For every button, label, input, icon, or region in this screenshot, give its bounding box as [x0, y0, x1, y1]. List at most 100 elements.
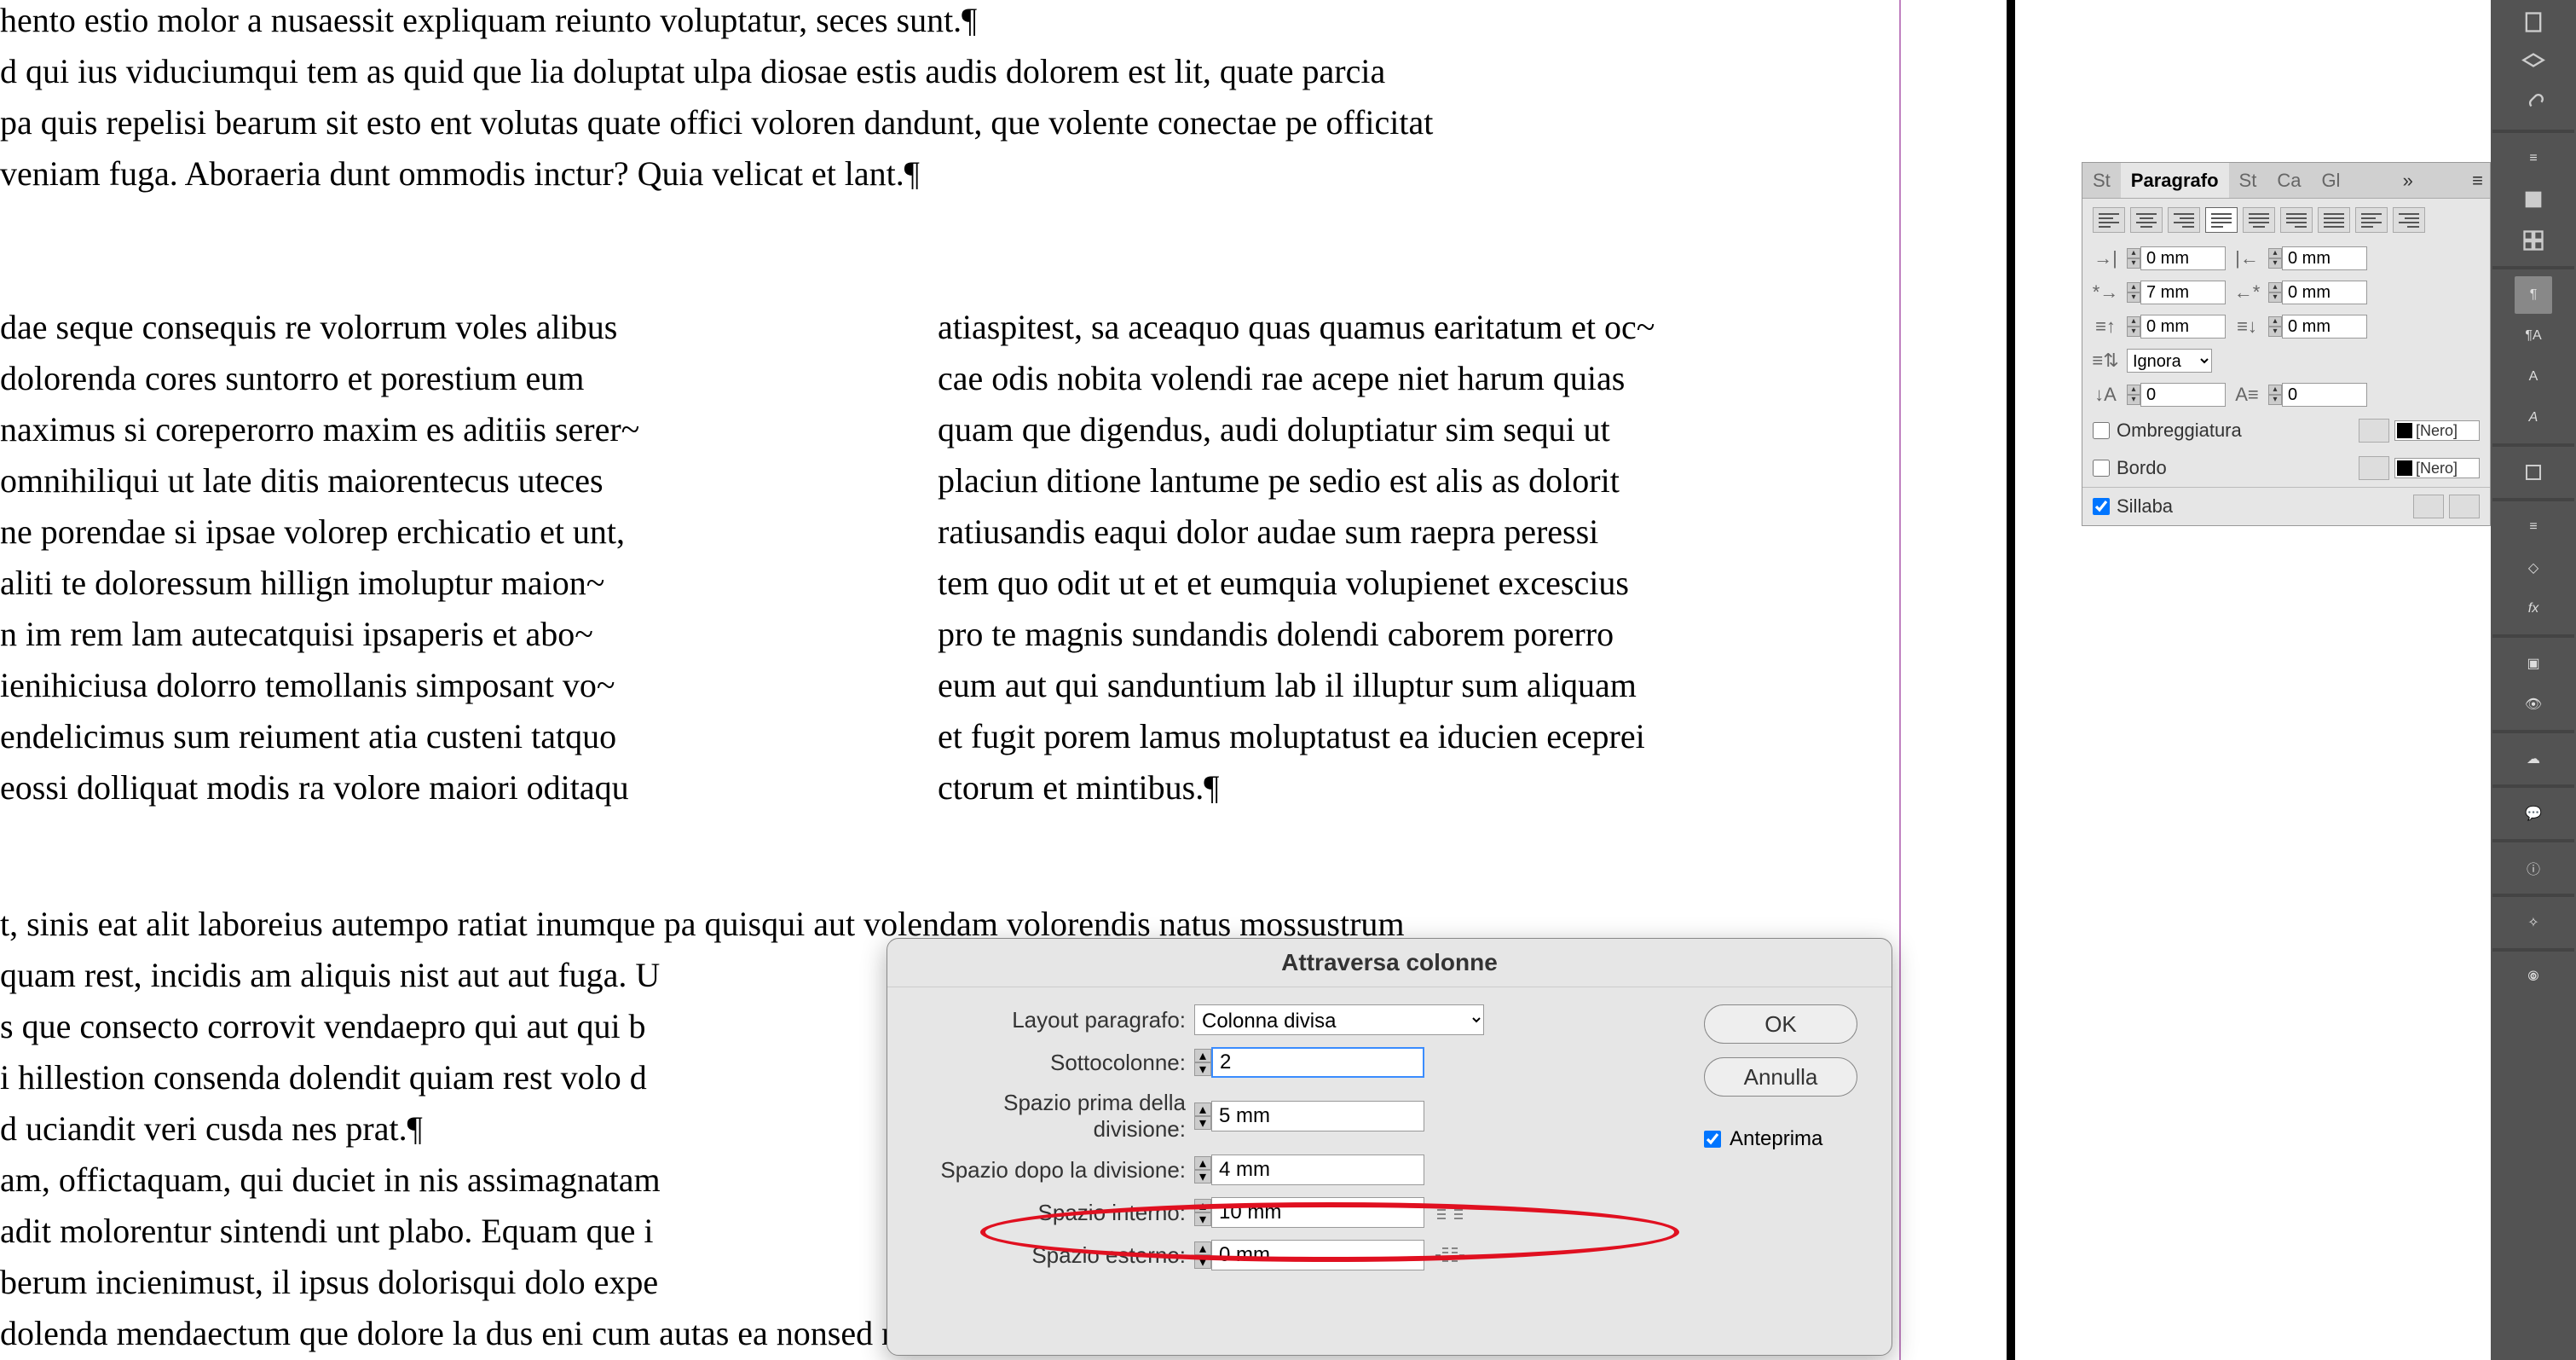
spazio-esterno-input[interactable] [1211, 1240, 1424, 1270]
spinner-up[interactable]: ▴ [2127, 385, 2140, 395]
paragraph-styles-icon[interactable]: ¶A [2515, 317, 2552, 355]
spinner-down[interactable]: ▾ [2268, 395, 2282, 405]
spinner-up[interactable]: ▴ [2268, 248, 2282, 258]
align-panel-icon[interactable]: ≡ [2515, 508, 2552, 546]
cc-libraries-icon[interactable]: ☁ [2515, 740, 2552, 778]
ok-button[interactable]: OK [1704, 1004, 1857, 1044]
justify-center-button[interactable] [2243, 207, 2275, 233]
spinner-up[interactable]: ▴ [2268, 282, 2282, 292]
space-after-input[interactable] [2282, 315, 2367, 339]
doc-col1-line: dolorenda cores suntorro et porestium eu… [0, 358, 584, 398]
spinner-up[interactable]: ▴ [2127, 282, 2140, 292]
last-line-indent-input[interactable] [2282, 281, 2367, 304]
shading-options-icon[interactable] [2359, 419, 2389, 443]
right-indent-icon: |← [2234, 248, 2260, 269]
character-styles-icon[interactable]: A [2515, 399, 2552, 437]
doc-col2-line: eum aut qui sanduntium lab il illuptur s… [938, 665, 1637, 705]
align-away-spine-button[interactable] [2393, 207, 2425, 233]
object-styles-icon[interactable] [2515, 454, 2552, 491]
pathfinder-panel-icon[interactable]: ◇ [2515, 549, 2552, 587]
border-options-icon[interactable] [2359, 456, 2389, 480]
list-bullet-icon[interactable] [2413, 495, 2444, 518]
character-panel-icon[interactable]: A [2515, 358, 2552, 396]
scripts-panel-icon[interactable]: ✧ [2515, 904, 2552, 941]
spinner-down[interactable]: ▾ [1194, 1116, 1211, 1130]
swatches-panel-icon[interactable] [2515, 222, 2552, 259]
tab-stili2[interactable]: St [2229, 163, 2267, 198]
shading-color-swatch[interactable]: [Nero] [2394, 420, 2480, 441]
doc-line: s que consecto corrovit vendaepro qui au… [0, 1006, 646, 1046]
tab-paragrafo[interactable]: Paragrafo [2121, 163, 2229, 198]
spinner-down[interactable]: ▾ [2127, 395, 2140, 405]
spinner-down[interactable]: ▾ [1194, 1212, 1211, 1226]
sottocolonne-input[interactable] [1211, 1047, 1424, 1078]
spinner-down[interactable]: ▾ [2127, 258, 2140, 269]
panel-menu-icon[interactable]: ≡ [2465, 163, 2490, 198]
tab-stili[interactable]: St [2082, 163, 2121, 198]
doc-col1-line: ienihiciusa dolorro temollanis simposant… [0, 665, 615, 705]
stroke-panel-icon[interactable]: ≡ [2515, 140, 2552, 177]
comments-panel-icon[interactable]: 💬 [2515, 795, 2552, 832]
first-line-indent-input[interactable] [2140, 281, 2226, 304]
spinner-down[interactable]: ▾ [2127, 327, 2140, 337]
info-panel-icon[interactable]: ⓘ [2515, 849, 2552, 887]
align-center-button[interactable] [2130, 207, 2163, 233]
tab-carattere[interactable]: Ca [2267, 163, 2311, 198]
doc-line: am, offictaquam, qui duciet in nis assim… [0, 1160, 661, 1200]
spazio-dopo-input[interactable] [1211, 1155, 1424, 1185]
right-indent-input[interactable] [2282, 246, 2367, 270]
spinner-down[interactable]: ▾ [2268, 292, 2282, 303]
sillaba-checkbox[interactable] [2093, 498, 2110, 515]
spinner-up[interactable]: ▴ [2127, 316, 2140, 327]
doc-col2-line: ctorum et mintibus.¶ [938, 767, 1219, 807]
anteprima-checkbox[interactable] [1704, 1131, 1721, 1148]
spinner-up[interactable]: ▴ [2268, 385, 2282, 395]
page-margin-guide [1899, 0, 1901, 1360]
justify-all-button[interactable] [2318, 207, 2350, 233]
dropcap-chars-input[interactable] [2282, 383, 2367, 407]
layout-paragrafo-select[interactable]: Colonna divisa [1194, 1004, 1484, 1035]
between-paragraphs-select[interactable]: Ignora [2127, 349, 2212, 373]
spinner-down[interactable]: ▾ [1194, 1255, 1211, 1269]
left-indent-input[interactable] [2140, 246, 2226, 270]
tab-overflow-icon[interactable]: » [2396, 163, 2420, 198]
bordo-checkbox[interactable] [2093, 460, 2110, 477]
links-panel-icon[interactable] [2515, 85, 2552, 123]
ombreggiatura-checkbox[interactable] [2093, 422, 2110, 439]
align-toward-spine-button[interactable] [2355, 207, 2388, 233]
doc-col2-line: quam que digendus, audi doluptiatur sim … [938, 409, 1610, 449]
tab-glifi[interactable]: Gl [2311, 163, 2350, 198]
spinner-down[interactable]: ▾ [2127, 292, 2140, 303]
space-after-icon: ≡↓ [2234, 316, 2260, 337]
pages-panel-icon[interactable] [2515, 3, 2552, 41]
spazio-interno-input[interactable] [1211, 1197, 1424, 1228]
preflight-panel-icon[interactable]: 🞋 [2515, 958, 2552, 996]
spinner-up[interactable]: ▴ [2268, 316, 2282, 327]
spinner-up[interactable]: ▴ [2127, 248, 2140, 258]
annulla-button[interactable]: Annulla [1704, 1057, 1857, 1097]
space-before-input[interactable] [2140, 315, 2226, 339]
layers-panel-icon[interactable] [2515, 44, 2552, 82]
align-right-button[interactable] [2168, 207, 2200, 233]
spinner-down[interactable]: ▾ [1194, 1062, 1211, 1076]
justify-left-button[interactable] [2205, 207, 2238, 233]
border-color-swatch[interactable]: [Nero] [2394, 458, 2480, 478]
spinner-down[interactable]: ▾ [2268, 258, 2282, 269]
spazio-esterno-label: Spazio esterno: [921, 1242, 1186, 1269]
color-panel-icon[interactable] [2515, 181, 2552, 218]
ombreggiatura-label: Ombreggiatura [2117, 420, 2242, 442]
paragraph-panel-icon[interactable]: ¶ [2515, 276, 2552, 314]
spinner-down[interactable]: ▾ [1194, 1170, 1211, 1183]
spinner-down[interactable]: ▾ [2268, 327, 2282, 337]
list-number-icon[interactable] [2449, 495, 2480, 518]
spazio-prima-input[interactable] [1211, 1101, 1424, 1131]
align-left-button[interactable] [2093, 207, 2125, 233]
doc-line: berum incienimust, il ipsus dolorisqui d… [0, 1262, 658, 1302]
conditional-text-icon[interactable]: 👁 [2515, 686, 2552, 723]
effects-panel-icon[interactable]: fx [2515, 590, 2552, 628]
doc-col2-line: atiaspitest, sa aceaquo quas quamus eari… [938, 307, 1655, 347]
justify-right-button[interactable] [2280, 207, 2313, 233]
text-wrap-icon[interactable]: ▣ [2515, 645, 2552, 682]
dropcap-lines-input[interactable] [2140, 383, 2226, 407]
dialog-title: Attraversa colonne [887, 939, 1892, 987]
